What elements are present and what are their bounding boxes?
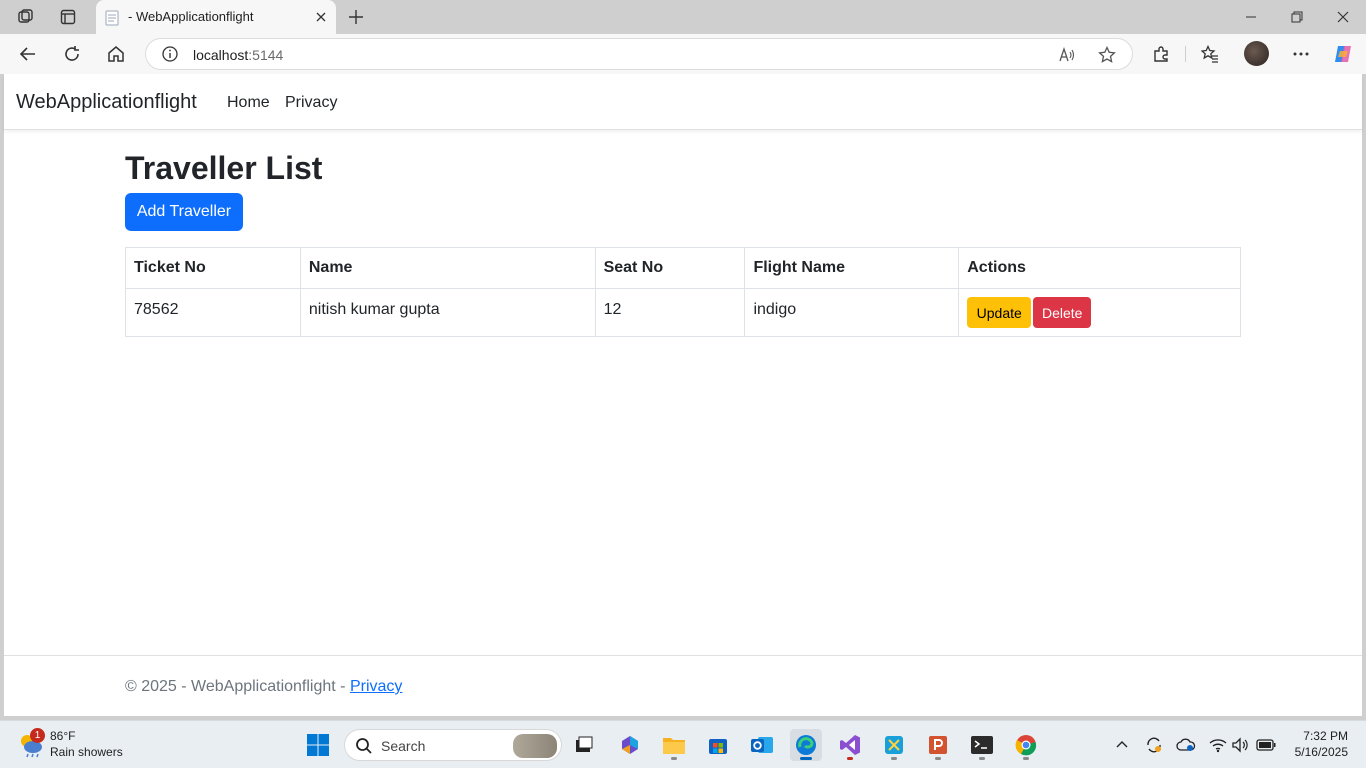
cell-ticket-no: 78562	[125, 288, 301, 337]
add-traveller-button[interactable]: Add Traveller	[125, 193, 243, 231]
footer-privacy-link[interactable]: Privacy	[350, 678, 402, 695]
copilot-icon[interactable]	[1331, 42, 1355, 66]
battery-icon[interactable]	[1256, 735, 1276, 755]
weather-badge: 1	[30, 728, 45, 743]
browser-tab[interactable]: - WebApplicationflight	[96, 0, 336, 34]
new-tab-icon[interactable]	[344, 6, 368, 28]
back-icon[interactable]	[16, 42, 40, 66]
volume-icon[interactable]	[1230, 735, 1250, 755]
search-highlight-image	[513, 734, 557, 758]
search-icon	[355, 737, 373, 760]
sync-icon[interactable]	[1144, 735, 1164, 755]
address-bar[interactable]: localhost:5144	[145, 38, 1133, 70]
visual-studio-icon[interactable]	[834, 729, 866, 761]
weather-description[interactable]: Rain showers	[50, 745, 123, 759]
cell-flight-name: indigo	[744, 288, 960, 337]
running-indicator	[847, 757, 853, 760]
weather-temperature[interactable]: 86°F	[50, 729, 75, 743]
taskbar-search[interactable]: Search	[344, 729, 562, 761]
address-host: localhost	[193, 47, 249, 63]
table-row: 78562 nitish kumar gupta 12 indigo Updat…	[125, 288, 1241, 337]
windows-start-icon[interactable]	[306, 733, 330, 757]
running-indicator	[935, 757, 941, 760]
chrome-icon[interactable]	[1010, 729, 1042, 761]
navbar: WebApplicationflight Home Privacy	[4, 74, 1362, 130]
running-indicator	[979, 757, 985, 760]
microsoft-store-icon[interactable]	[702, 729, 734, 761]
table-header-row: Ticket No Name Seat No Flight Name Actio…	[125, 247, 1241, 289]
footer: © 2025 - WebApplicationflight - Privacy	[4, 655, 1362, 716]
update-button[interactable]: Update	[967, 297, 1032, 328]
wifi-icon[interactable]	[1208, 735, 1228, 755]
tab-title: - WebApplicationflight	[128, 9, 254, 24]
task-view-icon[interactable]	[568, 729, 600, 761]
active-indicator	[800, 757, 812, 760]
file-explorer-icon[interactable]	[658, 729, 690, 761]
terminal-icon[interactable]	[966, 729, 998, 761]
header-ticket-no: Ticket No	[125, 247, 301, 289]
page-title: Traveller List	[125, 150, 323, 186]
show-hidden-icons-chevron-icon[interactable]	[1112, 735, 1132, 755]
delete-button[interactable]: Delete	[1033, 297, 1092, 328]
restore-icon[interactable]	[1285, 6, 1309, 28]
nav-link-home[interactable]: Home	[227, 94, 270, 112]
profile-avatar[interactable]	[1244, 41, 1269, 66]
navbar-brand[interactable]: WebApplicationflight	[16, 91, 197, 114]
address-text: localhost:5144	[193, 47, 283, 63]
running-indicator	[1023, 757, 1029, 760]
favorites-icon[interactable]	[1198, 42, 1222, 66]
more-options-icon[interactable]	[1289, 42, 1313, 66]
powerpoint-icon[interactable]	[922, 729, 954, 761]
home-icon[interactable]	[104, 42, 128, 66]
cell-actions: Update Delete	[958, 288, 1241, 337]
web-page: WebApplicationflight Home Privacy Travel…	[4, 74, 1362, 716]
cell-seat-no: 12	[594, 288, 746, 337]
nav-link-privacy[interactable]: Privacy	[285, 94, 337, 112]
vertical-tabs-icon[interactable]	[56, 6, 80, 28]
favorite-star-icon[interactable]	[1098, 45, 1116, 69]
cloud-status-icon[interactable]	[1176, 735, 1196, 755]
browser-toolbar: localhost:5144	[0, 34, 1366, 74]
tab-strip: - WebApplicationflight	[0, 0, 1366, 34]
edge-icon[interactable]	[790, 729, 822, 761]
copyright-text: © 2025 - WebApplicationflight -	[125, 678, 350, 695]
close-tab-icon[interactable]	[312, 8, 330, 26]
taskbar: 1 86°F Rain showers Search 7:32 PM 5/16/…	[0, 720, 1366, 768]
refresh-icon[interactable]	[60, 42, 84, 66]
outlook-icon[interactable]	[746, 729, 778, 761]
close-window-icon[interactable]	[1331, 6, 1355, 28]
extensions-icon[interactable]	[1149, 42, 1173, 66]
search-placeholder: Search	[381, 738, 426, 754]
running-indicator	[891, 757, 897, 760]
m365-icon[interactable]	[614, 729, 646, 761]
header-seat-no: Seat No	[594, 247, 746, 289]
header-flight-name: Flight Name	[744, 247, 960, 289]
header-actions: Actions	[958, 247, 1241, 289]
minimize-icon[interactable]	[1239, 6, 1263, 28]
footer-text: © 2025 - WebApplicationflight - Privacy	[125, 678, 402, 696]
page-favicon-icon	[104, 10, 120, 31]
cell-name: nitish kumar gupta	[299, 288, 596, 337]
address-port: :5144	[248, 47, 284, 63]
snipping-tool-icon[interactable]	[878, 729, 910, 761]
running-indicator	[671, 757, 677, 760]
workspaces-icon[interactable]	[14, 6, 38, 28]
traveller-table: Ticket No Name Seat No Flight Name Actio…	[125, 247, 1241, 337]
clock-date[interactable]: 5/16/2025	[1288, 745, 1348, 759]
header-name: Name	[299, 247, 596, 289]
clock-time[interactable]: 7:32 PM	[1300, 729, 1348, 743]
site-info-icon[interactable]	[162, 46, 178, 67]
read-aloud-icon[interactable]	[1058, 46, 1076, 69]
toolbar-divider	[1185, 46, 1186, 62]
